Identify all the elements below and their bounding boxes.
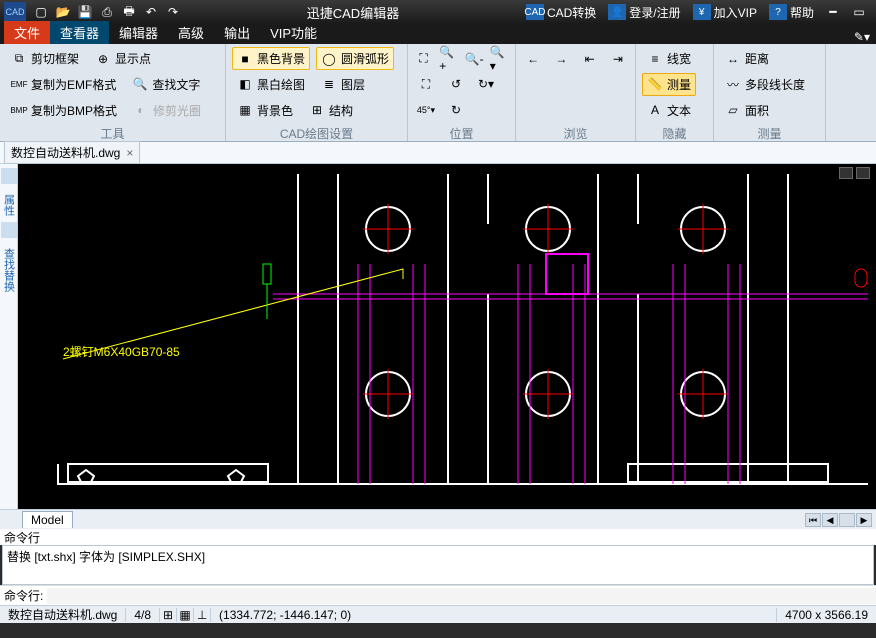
ribbon-tabs: 文件 查看器 编辑器 高级 输出 VIP功能 ✎▾	[0, 24, 876, 44]
scroll-next-icon[interactable]: ▶	[856, 513, 872, 527]
canvas-annotation: 2螺钉M6X40GB70-85	[63, 345, 180, 359]
save-icon[interactable]: 💾	[74, 2, 96, 22]
copy-bmp-button[interactable]: BMP复制为BMP格式	[6, 99, 122, 122]
status-coords: (1334.772; -1446.147; 0)	[210, 608, 359, 622]
edit-light-button[interactable]: ◐修剪光圈	[128, 99, 206, 122]
drawing-canvas[interactable]: 2螺钉M6X40GB70-85	[18, 164, 876, 509]
scroll-prev-icon[interactable]: ◀	[822, 513, 838, 527]
group-measure-label: 测量	[714, 125, 825, 141]
zoom-extents-icon[interactable]: ⛶	[414, 48, 433, 70]
polyline-button[interactable]: 〰多段线长度	[720, 73, 810, 96]
group-cad-label: CAD绘图设置	[226, 125, 407, 141]
ribbon: ⧉剪切框架 ⊕显示点 EMF复制为EMF格式 🔍查找文字 BMP复制为BMP格式…	[0, 44, 876, 142]
copy-emf-button[interactable]: EMF复制为EMF格式	[6, 73, 121, 96]
status-ortho-icon[interactable]: ⊥	[193, 608, 210, 622]
group-tools-label: 工具	[0, 125, 225, 141]
last-icon[interactable]: ⇥	[607, 48, 629, 70]
side-panel: 属性 查找替换	[0, 164, 18, 509]
tab-file[interactable]: 文件	[4, 21, 50, 44]
minimize-icon[interactable]: ━	[822, 2, 844, 22]
command-input[interactable]	[47, 588, 876, 604]
open-icon[interactable]: 📂	[52, 2, 74, 22]
bw-draw-button[interactable]: ◧黑白绘图	[232, 73, 310, 96]
rotate-left-icon[interactable]: ↺	[444, 73, 468, 95]
undo-icon[interactable]: ↶	[140, 2, 162, 22]
side-toggle-icon[interactable]	[1, 168, 17, 184]
measure-button[interactable]: 📏测量	[642, 73, 696, 96]
side-toggle2-icon[interactable]	[1, 222, 17, 238]
structure-button[interactable]: ⊞结构	[304, 99, 358, 122]
scroll-thumb-icon[interactable]	[839, 513, 855, 527]
command-output: 替换 [txt.shx] 字体为 [SIMPLEX.SHX]	[2, 545, 874, 585]
side-props-tab[interactable]: 属性	[1, 194, 17, 216]
tab-viewer[interactable]: 查看器	[50, 21, 109, 44]
next-icon[interactable]: →	[550, 48, 572, 70]
model-tabs: Model ⏮ ◀ ▶	[0, 509, 876, 529]
model-tab[interactable]: Model	[22, 511, 73, 528]
quick-access-toolbar: ▢ 📂 💾 ⎙ 🖶 ↶ ↷	[30, 2, 184, 22]
new-icon[interactable]: ▢	[30, 2, 52, 22]
close-icon[interactable]: ×	[126, 146, 133, 160]
find-text-button[interactable]: 🔍查找文字	[127, 73, 205, 96]
command-prompt: 命令行:	[4, 587, 43, 604]
angle-icon[interactable]: 45°▾	[414, 99, 438, 121]
print-icon[interactable]: 🖶	[118, 2, 140, 22]
cad-convert-button[interactable]: CADCAD转换	[522, 4, 600, 21]
first-icon[interactable]: ⇤	[579, 48, 601, 70]
saveas-icon[interactable]: ⎙	[96, 2, 118, 22]
rotate-dropdown-icon[interactable]: ↻▾	[474, 73, 498, 95]
help-button[interactable]: ?帮助	[765, 4, 818, 21]
scroll-first-icon[interactable]: ⏮	[805, 513, 821, 527]
fit-icon[interactable]: ⛶	[414, 73, 438, 95]
group-position-label: 位置	[408, 125, 515, 141]
tab-output[interactable]: 输出	[214, 21, 260, 44]
status-bar: 数控自动送料机.dwg 4/8 ⊞ ▦ ⊥ (1334.772; -1446.1…	[0, 605, 876, 623]
tab-editor[interactable]: 编辑器	[109, 21, 168, 44]
line-width-button[interactable]: ≡线宽	[642, 47, 696, 70]
status-file: 数控自动送料机.dwg	[0, 606, 125, 623]
redo-icon[interactable]: ↷	[162, 2, 184, 22]
zoom-out-icon[interactable]: 🔍-	[465, 48, 484, 70]
area-button[interactable]: ▱面积	[720, 99, 774, 122]
group-browse-label: 浏览	[516, 125, 635, 141]
zoom-dropdown-icon[interactable]: 🔍▾	[490, 48, 509, 70]
rotate-right-icon[interactable]: ↻	[444, 99, 468, 121]
app-icon: CAD	[4, 2, 26, 22]
document-tabs: 数控自动送料机.dwg ×	[0, 142, 876, 164]
workarea: 属性 查找替换	[0, 164, 876, 509]
document-tab[interactable]: 数控自动送料机.dwg ×	[4, 141, 140, 164]
text-button[interactable]: A文本	[642, 99, 696, 122]
cut-frame-button[interactable]: ⧉剪切框架	[6, 47, 84, 70]
smooth-arc-button[interactable]: ◯圆滑弧形	[316, 47, 394, 70]
document-tab-label: 数控自动送料机.dwg	[11, 144, 120, 161]
show-point-button[interactable]: ⊕显示点	[90, 47, 156, 70]
command-section-label: 命令行	[0, 529, 876, 545]
layer-button[interactable]: ≣图层	[316, 73, 370, 96]
status-size: 4700 x 3566.19	[776, 608, 876, 622]
login-button[interactable]: 👤登录/注册	[604, 4, 684, 21]
customize-icon[interactable]: ✎▾	[848, 30, 876, 44]
prev-icon[interactable]: ←	[522, 48, 544, 70]
scenery-button[interactable]: ▦背景色	[232, 99, 298, 122]
command-input-row: 命令行:	[0, 585, 876, 605]
zoom-in-icon[interactable]: 🔍+	[439, 48, 458, 70]
distance-button[interactable]: ↔距离	[720, 47, 774, 70]
vip-button[interactable]: ¥加入VIP	[689, 4, 761, 21]
tab-vip[interactable]: VIP功能	[260, 21, 327, 44]
status-page: 4/8	[125, 608, 159, 622]
black-bg-button[interactable]: ■黑色背景	[232, 47, 310, 70]
app-title: 迅捷CAD编辑器	[184, 3, 522, 22]
status-grid-icon[interactable]: ▦	[176, 608, 193, 622]
tab-advanced[interactable]: 高级	[168, 21, 214, 44]
group-hide-label: 隐藏	[636, 125, 713, 141]
side-find-tab[interactable]: 查找替换	[1, 248, 17, 292]
status-snap-icon[interactable]: ⊞	[159, 608, 176, 622]
maximize-icon[interactable]: ▭	[848, 2, 870, 22]
